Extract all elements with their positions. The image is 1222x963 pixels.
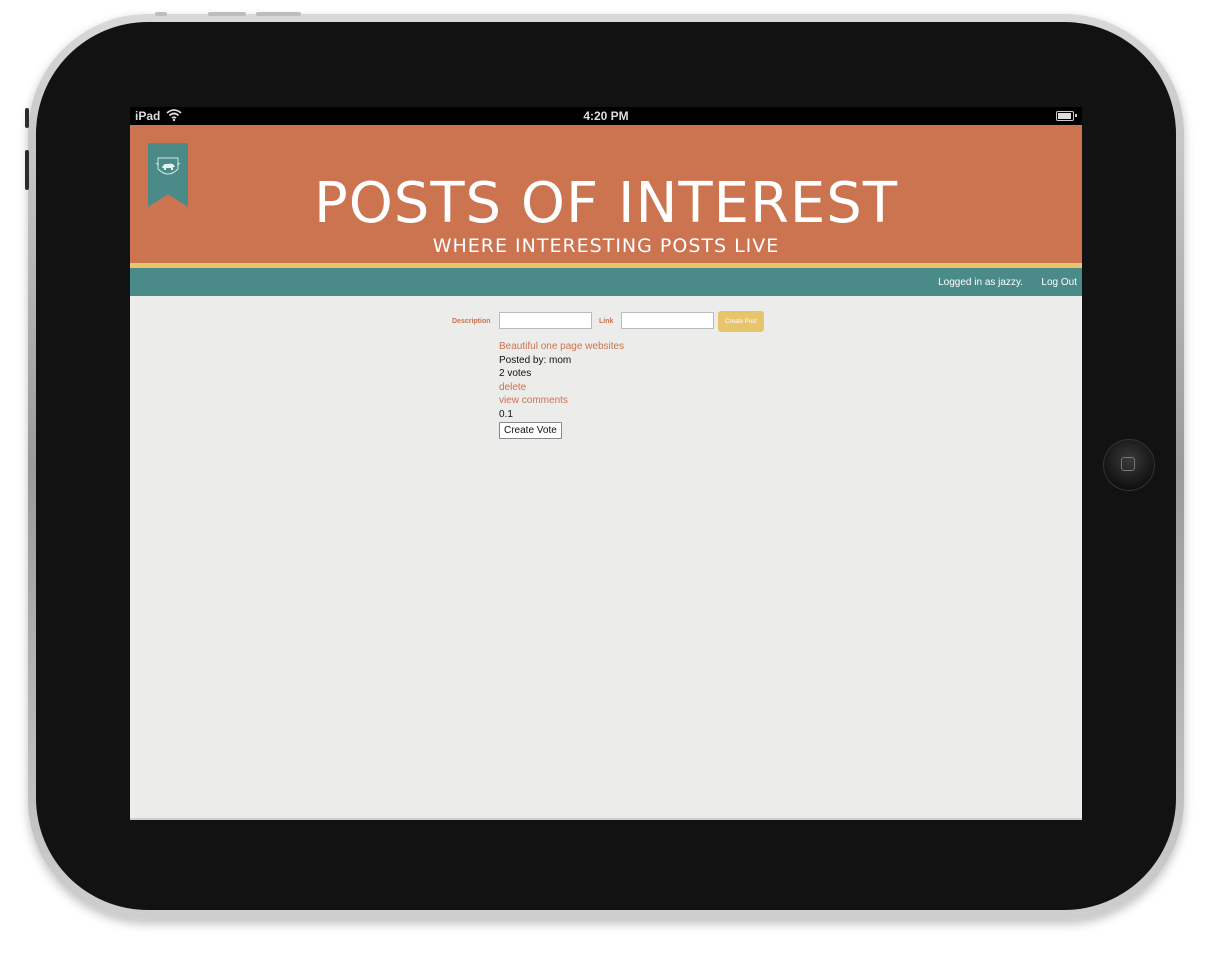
create-post-button[interactable]: Create Post [718,311,764,332]
status-time: 4:20 PM [583,109,629,123]
post-author: Posted by: mom [499,354,572,366]
logout-link[interactable]: Log Out [1041,277,1077,288]
post-item: Beautiful one page websites Posted by: m… [499,340,624,439]
device-side-button [25,150,29,190]
post-votes: 2 votes [499,368,532,379]
home-button-icon[interactable] [1103,439,1155,491]
device-top-button [256,12,301,16]
status-bar: iPad 4:20 PM [130,107,1082,125]
post-title-link[interactable]: Beautiful one page websites [499,340,624,354]
description-input[interactable] [499,312,592,329]
device-top-button [155,12,167,16]
create-vote-button[interactable]: Create Vote [499,422,562,439]
link-label: Link [599,318,614,325]
link-input[interactable] [621,312,714,329]
screen: iPad 4:20 PM POSTS OF INTEREST WHERE INT… [130,107,1082,820]
screen-bottom-edge [130,818,1082,820]
site-subtitle: WHERE INTERESTING POSTS LIVE [432,235,780,257]
battery-cap [1075,114,1077,117]
site-title: POSTS OF INTEREST [313,171,899,236]
device-side-button [25,108,29,128]
view-comments-link[interactable]: view comments [499,394,624,408]
device-top-button [208,12,246,16]
header-banner: POSTS OF INTEREST WHERE INTERESTING POST… [130,125,1082,263]
post-score: 0.1 [499,408,513,420]
battery-icon [1056,111,1074,121]
navbar: Logged in as jazzy. Log Out [130,268,1082,296]
delete-link[interactable]: delete [499,381,624,395]
logged-in-text: Logged in as jazzy. [938,277,1023,288]
description-label: Description [452,318,491,325]
